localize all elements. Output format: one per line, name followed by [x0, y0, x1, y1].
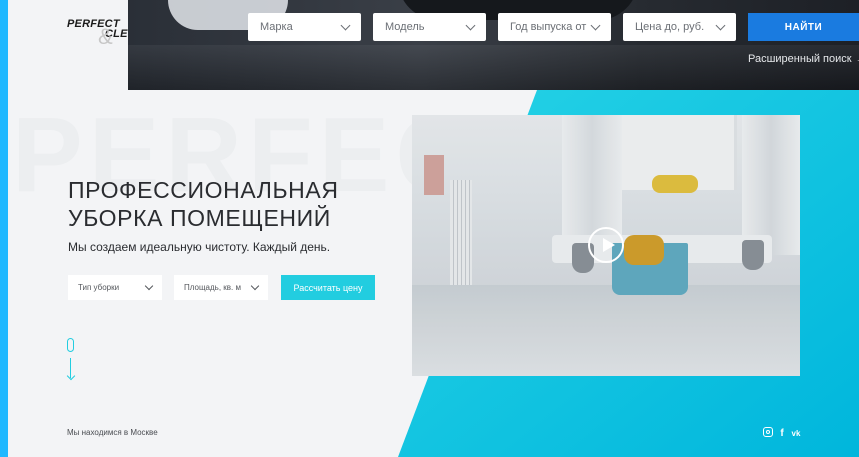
- play-icon[interactable]: [588, 227, 624, 263]
- page-title: ПРОФЕССИОНАЛЬНАЯ УБОРКА ПОМЕЩЕНИЙ: [68, 176, 408, 232]
- logo-ampersand: &: [98, 24, 113, 49]
- chevron-down-icon: [715, 20, 726, 30]
- price-to-select-label: Цена до, руб.: [635, 21, 705, 33]
- year-from-select-label: Год выпуска от: [510, 21, 587, 33]
- promo-video[interactable]: [412, 115, 800, 376]
- advanced-search-link[interactable]: Расширенный поиск →: [748, 53, 859, 65]
- cleaning-type-label: Тип уборки: [78, 283, 120, 292]
- calculate-price-button[interactable]: Рассчитать цену: [281, 275, 375, 300]
- instagram-icon[interactable]: [763, 427, 773, 437]
- price-to-select[interactable]: Цена до, руб.: [623, 13, 736, 41]
- logo[interactable]: PERFECT & CLE: [67, 18, 137, 49]
- play-triangle: [603, 238, 615, 252]
- area-select[interactable]: Площадь, кв. м: [174, 275, 268, 300]
- chevron-down-icon: [250, 281, 260, 291]
- page-title-line2: УБОРКА ПОМЕЩЕНИЙ: [68, 205, 331, 231]
- make-select-label: Марка: [260, 21, 293, 33]
- chevron-down-icon: [340, 20, 351, 30]
- cleaning-type-select[interactable]: Тип уборки: [68, 275, 162, 300]
- location-text: Мы находимся в Москве: [67, 428, 158, 437]
- mouse-scroll-icon[interactable]: [67, 338, 74, 352]
- showroom-floor: [128, 45, 859, 90]
- chevron-down-icon: [144, 281, 154, 291]
- area-label: Площадь, кв. м: [184, 283, 241, 292]
- arrow-right-icon: →: [856, 53, 859, 65]
- chevron-down-icon: [590, 20, 601, 30]
- facebook-icon[interactable]: f: [778, 427, 786, 439]
- landing-page: PERFECT PERFECT & CLE Марка Модель Год в…: [0, 0, 859, 457]
- hero-subtitle: Мы создаем идеальную чистоту. Каждый ден…: [68, 240, 331, 254]
- make-select[interactable]: Марка: [248, 13, 361, 41]
- advanced-search-label: Расширенный поиск: [748, 53, 852, 65]
- find-button[interactable]: НАЙТИ: [748, 13, 859, 41]
- model-select-label: Модель: [385, 21, 425, 33]
- vk-icon[interactable]: vk: [790, 427, 802, 439]
- left-edge-stripe: [0, 0, 8, 457]
- chevron-down-icon: [465, 20, 476, 30]
- model-select[interactable]: Модель: [373, 13, 486, 41]
- page-title-line1: ПРОФЕССИОНАЛЬНАЯ: [68, 177, 339, 203]
- year-from-select[interactable]: Год выпуска от: [498, 13, 611, 41]
